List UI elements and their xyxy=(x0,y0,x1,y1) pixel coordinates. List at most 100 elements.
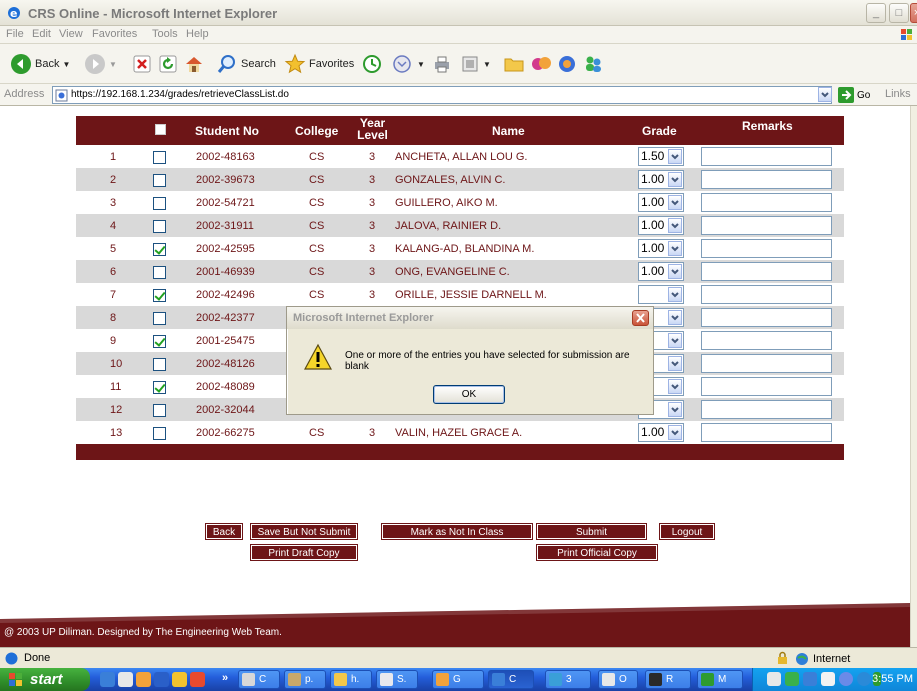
grade-select[interactable]: 1.00 xyxy=(638,423,684,442)
minimize-button[interactable]: _ xyxy=(866,3,886,23)
grade-select[interactable]: 1.00 xyxy=(638,216,684,235)
remarks-input[interactable] xyxy=(701,285,832,304)
row-select-checkbox[interactable] xyxy=(153,427,166,440)
menu-view[interactable]: View xyxy=(59,28,83,40)
dialog-close-button[interactable] xyxy=(632,310,649,326)
menu-favorites[interactable]: Favorites xyxy=(92,28,137,40)
taskbar-item[interactable]: 3 xyxy=(545,670,591,689)
remarks-input[interactable] xyxy=(701,308,832,327)
menu-file[interactable]: File xyxy=(6,28,24,40)
taskbar-item[interactable]: O xyxy=(598,670,638,689)
users-button[interactable] xyxy=(582,53,604,75)
ok-button[interactable]: OK xyxy=(433,385,505,404)
tray-monitor-icon[interactable] xyxy=(803,672,817,686)
go-button[interactable]: Go xyxy=(838,87,870,103)
taskbar-item-active[interactable]: C xyxy=(488,670,534,689)
select-all-checkbox[interactable] xyxy=(155,124,166,135)
refresh-button[interactable] xyxy=(159,53,177,75)
menu-tools[interactable]: Tools xyxy=(152,28,178,40)
tray-back-icon[interactable] xyxy=(839,672,853,686)
tray-pen-icon[interactable] xyxy=(767,672,781,686)
address-input[interactable]: https://192.168.1.234/grades/retrieveCla… xyxy=(52,86,832,104)
remarks-input[interactable] xyxy=(701,147,832,166)
quicklaunch-ie-icon[interactable] xyxy=(100,672,115,687)
taskbar-item[interactable]: G xyxy=(432,670,484,689)
history-button[interactable] xyxy=(362,53,382,75)
stop-button[interactable] xyxy=(133,53,151,75)
menu-help[interactable]: Help xyxy=(186,28,209,40)
taskbar-item[interactable]: M xyxy=(697,670,743,689)
quicklaunch-messenger-icon[interactable] xyxy=(172,672,187,687)
remarks-input[interactable] xyxy=(701,331,832,350)
remarks-input[interactable] xyxy=(701,193,832,212)
remarks-input[interactable] xyxy=(701,400,832,419)
row-select-checkbox[interactable] xyxy=(153,197,166,210)
row-select-checkbox[interactable] xyxy=(153,243,166,256)
folder-button[interactable] xyxy=(503,53,525,75)
grade-select[interactable]: 1.00 xyxy=(638,170,684,189)
mail-button[interactable]: ▼ xyxy=(392,53,425,75)
remarks-input[interactable] xyxy=(701,216,832,235)
grade-select[interactable]: 1.00 xyxy=(638,262,684,281)
address-dropdown-button[interactable] xyxy=(818,87,832,102)
taskbar-item[interactable]: S. xyxy=(376,670,418,689)
remarks-input[interactable] xyxy=(701,354,832,373)
remarks-input[interactable] xyxy=(701,239,832,258)
remarks-input[interactable] xyxy=(701,170,832,189)
print-official-button[interactable]: Print Official Copy xyxy=(536,544,658,561)
maximize-button[interactable]: □ xyxy=(889,3,909,23)
row-select-checkbox[interactable] xyxy=(153,289,166,302)
remarks-input[interactable] xyxy=(701,423,832,442)
save-not-submit-button[interactable]: Save But Not Submit xyxy=(250,523,358,540)
college-cell: CS xyxy=(309,243,325,255)
row-select-checkbox[interactable] xyxy=(153,404,166,417)
print-button[interactable] xyxy=(432,53,452,75)
taskbar-item[interactable]: R xyxy=(645,670,691,689)
start-label: start xyxy=(30,671,63,688)
links-button[interactable]: Links xyxy=(885,88,911,100)
vertical-scrollbar[interactable] xyxy=(910,106,917,647)
back-action-button[interactable]: Back xyxy=(205,523,243,540)
quicklaunch-more-chevron[interactable]: » xyxy=(222,672,228,684)
grade-select[interactable] xyxy=(638,285,684,304)
grade-select[interactable]: 1.50 xyxy=(638,147,684,166)
grade-select[interactable]: 1.00 xyxy=(638,193,684,212)
back-button[interactable]: Back ▼ xyxy=(10,53,70,75)
tray-globe-icon[interactable] xyxy=(857,672,871,686)
home-button[interactable] xyxy=(184,53,204,75)
quicklaunch-media-icon[interactable] xyxy=(118,672,133,687)
quicklaunch-app-icon[interactable] xyxy=(190,672,205,687)
row-select-checkbox[interactable] xyxy=(153,312,166,325)
zone-label: Internet xyxy=(813,653,851,665)
submit-button[interactable]: Submit xyxy=(536,523,647,540)
close-window-button[interactable]: × xyxy=(910,3,917,23)
mark-not-in-class-button[interactable]: Mark as Not In Class xyxy=(381,523,533,540)
remarks-input[interactable] xyxy=(701,262,832,281)
search-button[interactable]: Search xyxy=(216,53,276,75)
start-button[interactable]: start xyxy=(0,668,90,691)
taskbar-item[interactable]: p. xyxy=(284,670,326,689)
remarks-input[interactable] xyxy=(701,377,832,396)
messenger-button[interactable] xyxy=(530,53,552,75)
taskbar-item[interactable]: h. xyxy=(330,670,372,689)
row-select-checkbox[interactable] xyxy=(153,174,166,187)
tray-network-icon[interactable] xyxy=(785,672,799,686)
menu-edit[interactable]: Edit xyxy=(32,28,51,40)
research-button[interactable] xyxy=(556,53,578,75)
row-select-checkbox[interactable] xyxy=(153,266,166,279)
edit-button[interactable]: ▼ xyxy=(460,53,491,75)
print-draft-button[interactable]: Print Draft Copy xyxy=(250,544,358,561)
row-select-checkbox[interactable] xyxy=(153,220,166,233)
row-select-checkbox[interactable] xyxy=(153,358,166,371)
tray-help-icon[interactable] xyxy=(821,672,835,686)
quicklaunch-firefox-icon[interactable] xyxy=(136,672,151,687)
row-select-checkbox[interactable] xyxy=(153,335,166,348)
grade-select[interactable]: 1.00 xyxy=(638,239,684,258)
taskbar-item[interactable]: C xyxy=(238,670,280,689)
forward-button[interactable]: ▼ xyxy=(84,53,117,75)
quicklaunch-desktop-icon[interactable] xyxy=(154,672,169,687)
favorites-button[interactable]: Favorites xyxy=(284,53,354,75)
row-select-checkbox[interactable] xyxy=(153,151,166,164)
row-select-checkbox[interactable] xyxy=(153,381,166,394)
logout-button[interactable]: Logout xyxy=(659,523,715,540)
